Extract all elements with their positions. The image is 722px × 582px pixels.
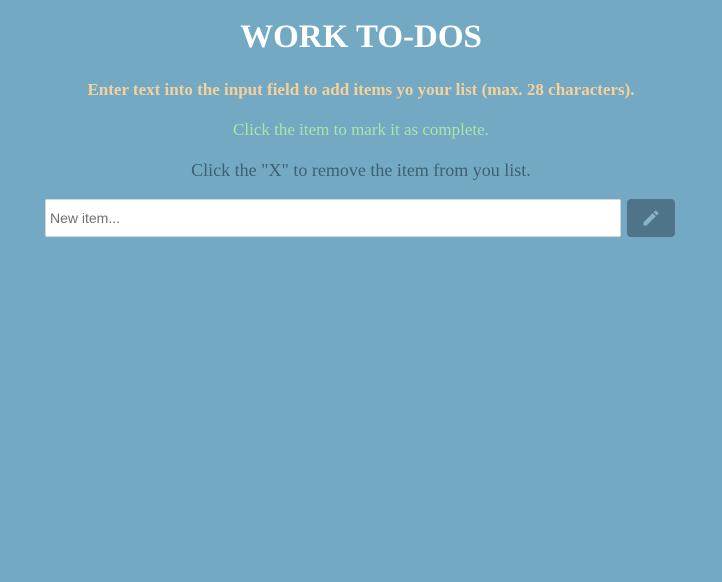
pencil-icon (641, 208, 661, 228)
new-item-input[interactable] (45, 199, 621, 237)
todo-app: WORK TO-DOS Enter text into the input fi… (0, 0, 722, 582)
page-title: WORK TO-DOS (240, 19, 482, 55)
add-instruction: Enter text into the input field to add i… (87, 80, 635, 99)
add-item-button[interactable] (627, 199, 675, 237)
remove-instruction: Click the "X" to remove the item from yo… (191, 160, 531, 180)
complete-instruction: Click the item to mark it as complete. (233, 120, 489, 139)
